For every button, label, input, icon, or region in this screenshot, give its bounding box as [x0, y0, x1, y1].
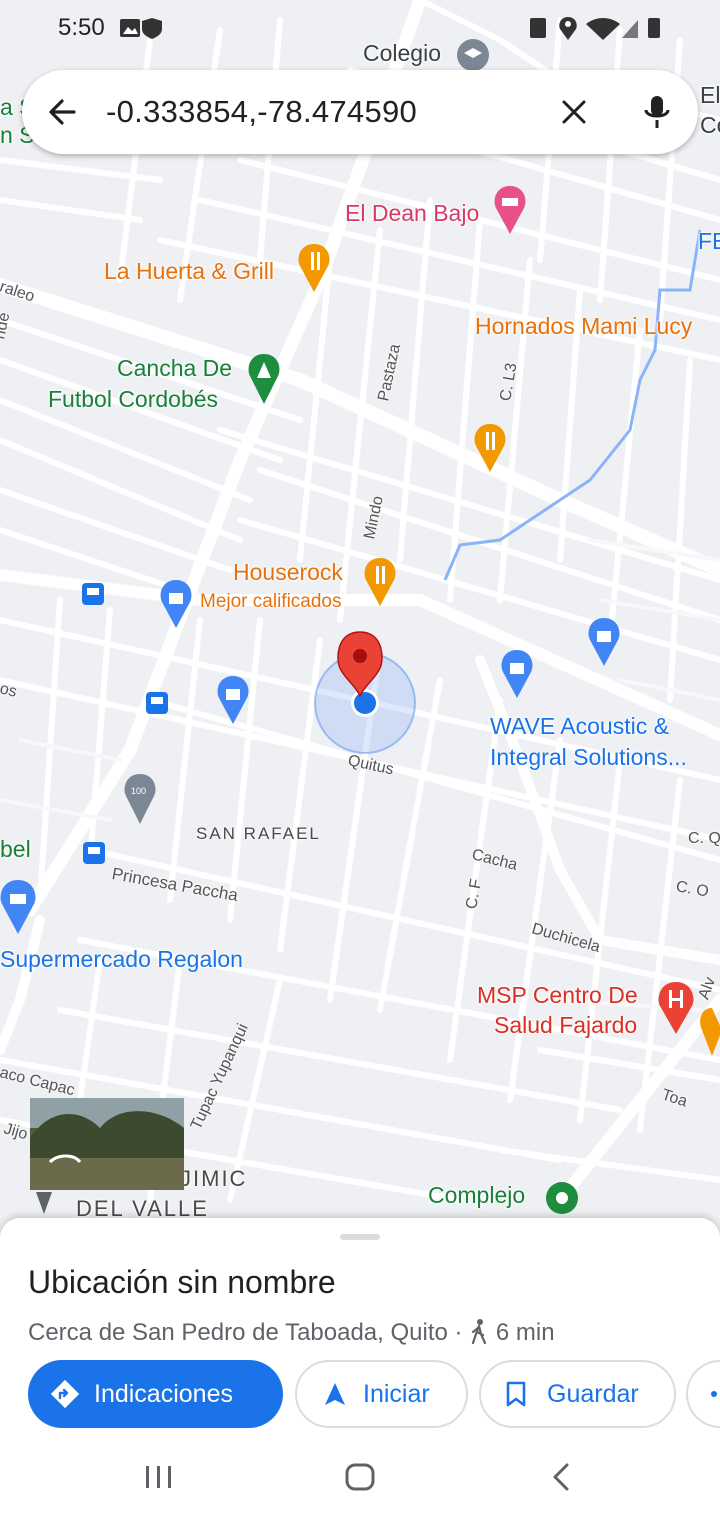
navigation-arrow-icon — [36, 1192, 52, 1214]
area-label-san-rafael: SAN RAFAEL — [196, 824, 321, 843]
park-pin-icon — [248, 354, 280, 404]
search-input[interactable]: -0.333854,-78.474590 — [106, 94, 417, 130]
street-label: C. Q — [688, 830, 720, 847]
place-address: Cerca de San Pedro de Taboada, Quito — [28, 1319, 448, 1346]
restaurant-pin-icon — [474, 424, 506, 472]
poi-label-supermercado[interactable]: Supermercado Regalon — [0, 944, 243, 974]
park-pin-icon — [546, 1182, 578, 1214]
recent-apps-icon[interactable] — [144, 1464, 174, 1490]
directions-label: Indicaciones — [94, 1379, 233, 1408]
poi-label-fe[interactable]: FE — [698, 226, 720, 256]
bus-icon — [146, 692, 168, 714]
shopping-pin-icon — [501, 650, 533, 698]
poi-label-cancha-2[interactable]: Futbol Cordobés — [48, 384, 218, 414]
poi-label-bel[interactable]: bel — [0, 834, 31, 864]
restaurant-pin-icon — [298, 244, 330, 292]
status-time: 5:50 — [58, 14, 105, 41]
shopping-pin-icon — [588, 618, 620, 666]
start-label: Iniciar — [363, 1379, 430, 1408]
area-label-jimic: JIMIC — [180, 1166, 248, 1191]
navigation-arrow-icon — [325, 1383, 345, 1405]
back-arrow-icon[interactable] — [46, 96, 78, 128]
home-icon[interactable] — [344, 1462, 376, 1492]
poi-label-wave-2[interactable]: Integral Solutions... — [490, 742, 687, 772]
poi-markers — [0, 39, 720, 1214]
bus-route-number: 100 — [131, 786, 147, 796]
map-canvas[interactable]: Colegio El Dean Bajo La Huerta & Grill H… — [0, 0, 720, 1230]
poi-label-houserock[interactable]: Houserock — [233, 557, 343, 587]
shopping-pin-icon — [217, 676, 249, 724]
bookmark-icon — [506, 1381, 526, 1407]
poi-label-hornados[interactable]: Hornados Mami Lucy — [475, 311, 692, 341]
share-icon — [711, 1391, 717, 1397]
save-button[interactable]: Guardar — [479, 1360, 676, 1428]
street-view-thumbnail[interactable] — [30, 1098, 184, 1190]
poi-label-el-dean-bajo[interactable]: El Dean Bajo — [345, 198, 479, 228]
restaurant-pin-icon — [700, 1008, 720, 1056]
poi-label-msp-2[interactable]: Salud Fajardo — [494, 1010, 637, 1040]
walk-time: 6 min — [495, 1319, 555, 1346]
start-button[interactable]: Iniciar — [295, 1360, 468, 1428]
poi-label-cancha-1[interactable]: Cancha De — [117, 353, 232, 383]
back-nav-icon[interactable] — [550, 1462, 572, 1492]
poi-label-edge-3: El — [700, 82, 720, 108]
android-nav-bar — [0, 1430, 720, 1520]
directions-button[interactable]: Indicaciones — [28, 1360, 283, 1428]
poi-label-wave-1[interactable]: WAVE Acoustic & — [490, 711, 669, 741]
poi-label-complejo[interactable]: Complejo — [428, 1180, 525, 1210]
bus-icon — [83, 842, 105, 864]
status-system-icons — [530, 17, 660, 40]
close-icon[interactable] — [560, 98, 588, 126]
hotel-pin-icon — [494, 186, 526, 234]
place-title: Ubicación sin nombre — [28, 1264, 336, 1300]
walking-icon — [472, 1319, 487, 1345]
poi-label-la-huerta[interactable]: La Huerta & Grill — [104, 256, 274, 286]
shopping-pin-icon — [160, 580, 192, 628]
status-bar: 5:50 — [0, 0, 720, 56]
poi-label-edge-4: Co — [700, 112, 720, 138]
bus-stop-pin-icon — [124, 774, 156, 824]
hospital-pin-icon — [658, 982, 694, 1034]
separator-dot: · — [454, 1319, 470, 1346]
share-button[interactable] — [686, 1360, 720, 1428]
search-bar[interactable]: -0.333854,-78.474590 — [22, 70, 698, 154]
bus-icon — [82, 583, 104, 605]
sheet-drag-handle[interactable] — [340, 1234, 380, 1240]
status-notification-icons — [120, 18, 162, 39]
directions-icon — [50, 1379, 80, 1409]
save-label: Guardar — [547, 1379, 639, 1408]
poi-label-mejor-calificados: Mejor calificados — [200, 591, 342, 612]
cart-pin-icon — [0, 880, 36, 934]
place-subtitle: Cerca de San Pedro de Taboada, Quito · 6… — [28, 1318, 555, 1347]
microphone-icon[interactable] — [642, 94, 672, 130]
poi-label-msp-1[interactable]: MSP Centro De — [477, 980, 638, 1010]
restaurant-pin-icon — [364, 558, 396, 606]
